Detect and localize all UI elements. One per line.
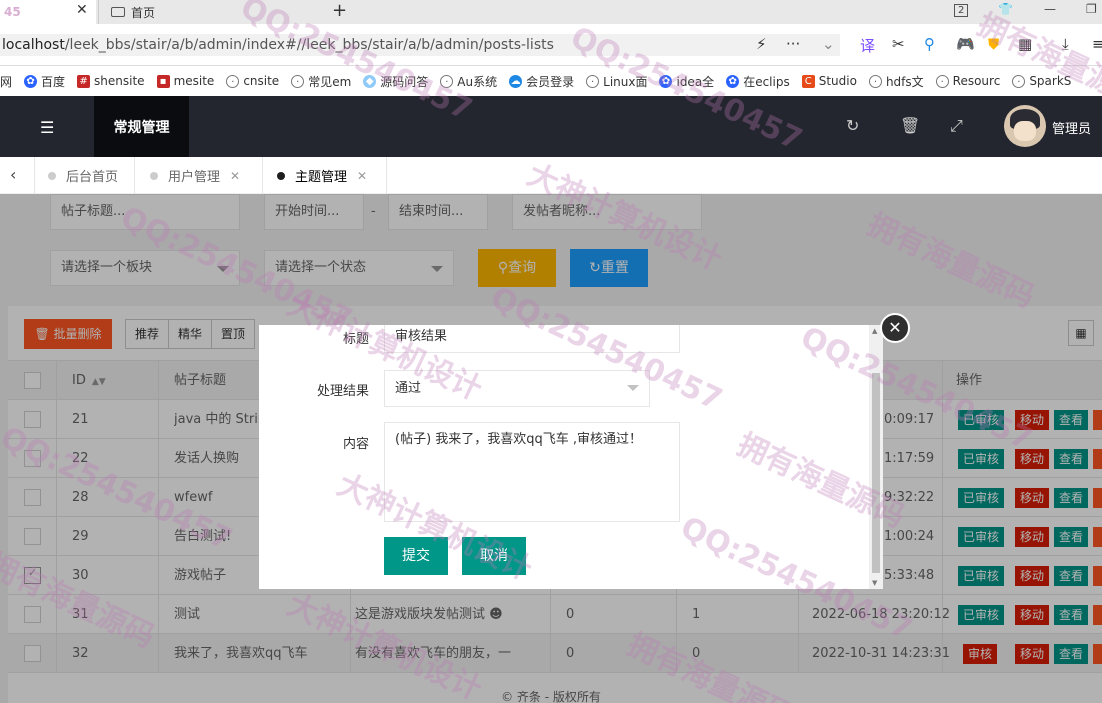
bookmark-item[interactable]: C Studio [801,74,857,88]
bookmark-item[interactable]: · SparkS [1012,74,1071,88]
bookmark-item[interactable]: ▪ mesite [156,74,214,88]
bookmark-item[interactable]: · Linux面 [586,73,647,90]
restore-icon[interactable]: ❐ [1086,2,1097,16]
globe-icon: · [291,74,305,88]
site-icon: ◆ [363,74,377,88]
bookmark-item[interactable]: · cnsite [226,74,279,88]
site-icon: ▪ [156,74,170,88]
browser-tab-home[interactable]: 首页 [98,0,318,24]
globe-icon: · [868,74,882,88]
tab-dot-icon [277,171,285,180]
gamepad-icon[interactable]: 🎮 [956,35,975,53]
divider [34,157,35,194]
lightning-icon[interactable]: ⚡ [756,35,767,53]
tab-dot-icon [48,171,56,180]
cloud-icon: ☁ [509,74,523,88]
browser-tab-active[interactable]: 45 ✕ [0,0,96,24]
chevron-left-icon[interactable]: ‹ [10,165,16,184]
admin-name[interactable]: 管理员 [1052,118,1091,137]
grid-apps-icon[interactable]: ▦ [1018,35,1032,53]
bookmark-item[interactable]: · 常见em [291,73,351,90]
tab-count-badge[interactable]: 2 [954,4,969,17]
trash-icon[interactable]: 🗑 [900,116,920,135]
submit-button[interactable]: 提交 [384,537,448,575]
paw-icon: ✿ [726,74,740,88]
bookmark-item[interactable]: ◆ 源码问答 [363,73,428,90]
bookmark-item[interactable]: ✿ idea全 [659,73,714,90]
globe-icon: · [935,74,949,88]
fullscreen-icon[interactable]: ⤢ [950,116,963,136]
modal-title-input[interactable]: 审核结果 [384,325,680,353]
tab-home[interactable]: 后台首页 [48,157,118,194]
menu-icon[interactable]: ≡ [1092,35,1102,53]
scroll-down-icon: ▼ [872,579,878,587]
bookmark-item[interactable]: ☁ 会员登录 [509,73,574,90]
modal-content-textarea[interactable]: (帖子) 我来了，我喜欢qq飞车 ,审核通过！ [384,422,680,522]
globe-icon: · [440,74,454,88]
cancel-button[interactable]: 取消 [462,537,526,575]
bookmark-item[interactable]: ✿ 在eclips [726,73,790,90]
shirt-icon[interactable]: 👕 [998,2,1013,16]
browser-tab-title: 首页 [131,5,156,20]
site-icon: # [77,74,91,88]
bookmark-item[interactable]: # shensite [77,74,145,88]
paw-icon: ✿ [659,74,673,88]
modal-scrollbar[interactable]: ▲ ▼ [869,325,883,589]
tab-user-management[interactable]: 用户管理 ✕ [150,157,240,194]
bookmark-item[interactable]: · Au系统 [440,73,497,90]
close-icon[interactable]: ✕ [230,169,240,183]
more-icon[interactable]: ··· [786,35,800,53]
search-icon[interactable]: ⚲ [924,35,935,53]
tab-label: 主题管理 [295,170,348,185]
close-icon[interactable]: ✕ [76,2,88,18]
modal-result-label: 处理结果 [316,384,369,399]
bookmarks-bar: 网 ✿ 百度 # shensite ▪ mesite · cnsite · 常见em ◆ 源… [0,66,1102,96]
globe-icon: · [586,74,600,88]
admin-header: ☰ 常规管理 ↻ 🗑 ⤢ 管理员 [0,96,1102,157]
modal-result-select[interactable]: 通过 [384,370,650,407]
page-favicon-icon [111,7,125,17]
page-tabs-bar: ‹ 后台首页 用户管理 ✕ 主题管理 ✕ [0,157,1102,194]
menu-toggle-icon[interactable]: ☰ [40,118,54,137]
globe-icon: · [226,74,240,88]
tab-dot-icon [150,171,158,180]
address-bar-row: localhost/leek_bbs/stair/a/b/admin/index… [0,24,1102,66]
paw-icon: ✿ [24,74,38,88]
divider [134,157,135,194]
url-field[interactable]: localhost/leek_bbs/stair/a/b/admin/index… [0,34,840,56]
tab-label: 用户管理 [168,170,221,185]
refresh-icon[interactable]: ↻ [846,116,859,135]
new-tab-plus-icon[interactable]: + [332,0,347,22]
translate-icon[interactable]: 译 [860,35,875,56]
modal-content-label: 内容 [342,437,369,452]
browser-tab-title: 45 [4,5,21,19]
scrollbar-thumb[interactable] [872,373,880,573]
chevron-down-icon[interactable]: ⌄ [822,35,835,53]
divider [262,157,263,194]
bookmark-item[interactable]: 网 [0,73,12,90]
bookmark-item[interactable]: ✿ 百度 [24,73,65,90]
scroll-up-icon: ▲ [872,327,878,335]
globe-icon: · [1012,74,1026,88]
tab-label: 后台首页 [66,170,119,185]
site-icon: C [801,74,815,88]
modal-title-label: 标题 [342,332,369,347]
tab-topic-management[interactable]: 主题管理 ✕ [277,157,367,194]
scissors-icon[interactable]: ✂ [892,35,905,53]
minimize-icon[interactable]: — [1044,2,1056,16]
shield-icon[interactable]: ⛊ [988,35,999,53]
browser-tabstrip: 45 ✕ 首页 + 2 👕 — ❐ [0,0,1102,24]
modal-close-icon[interactable]: ✕ [880,313,910,343]
download-icon[interactable]: ⤓ [1062,35,1069,53]
close-icon[interactable]: ✕ [357,169,367,183]
bookmark-item[interactable]: · hdfs文 [868,73,924,90]
header-nav-title[interactable]: 常规管理 [94,96,189,157]
bookmark-item[interactable]: · Resourc [935,74,1000,88]
review-modal: 标题 审核结果 处理结果 通过 内容 (帖子) 我来了，我喜欢qq飞车 ,审核通… [259,325,883,589]
avatar[interactable] [1004,105,1046,147]
divider [386,157,387,194]
